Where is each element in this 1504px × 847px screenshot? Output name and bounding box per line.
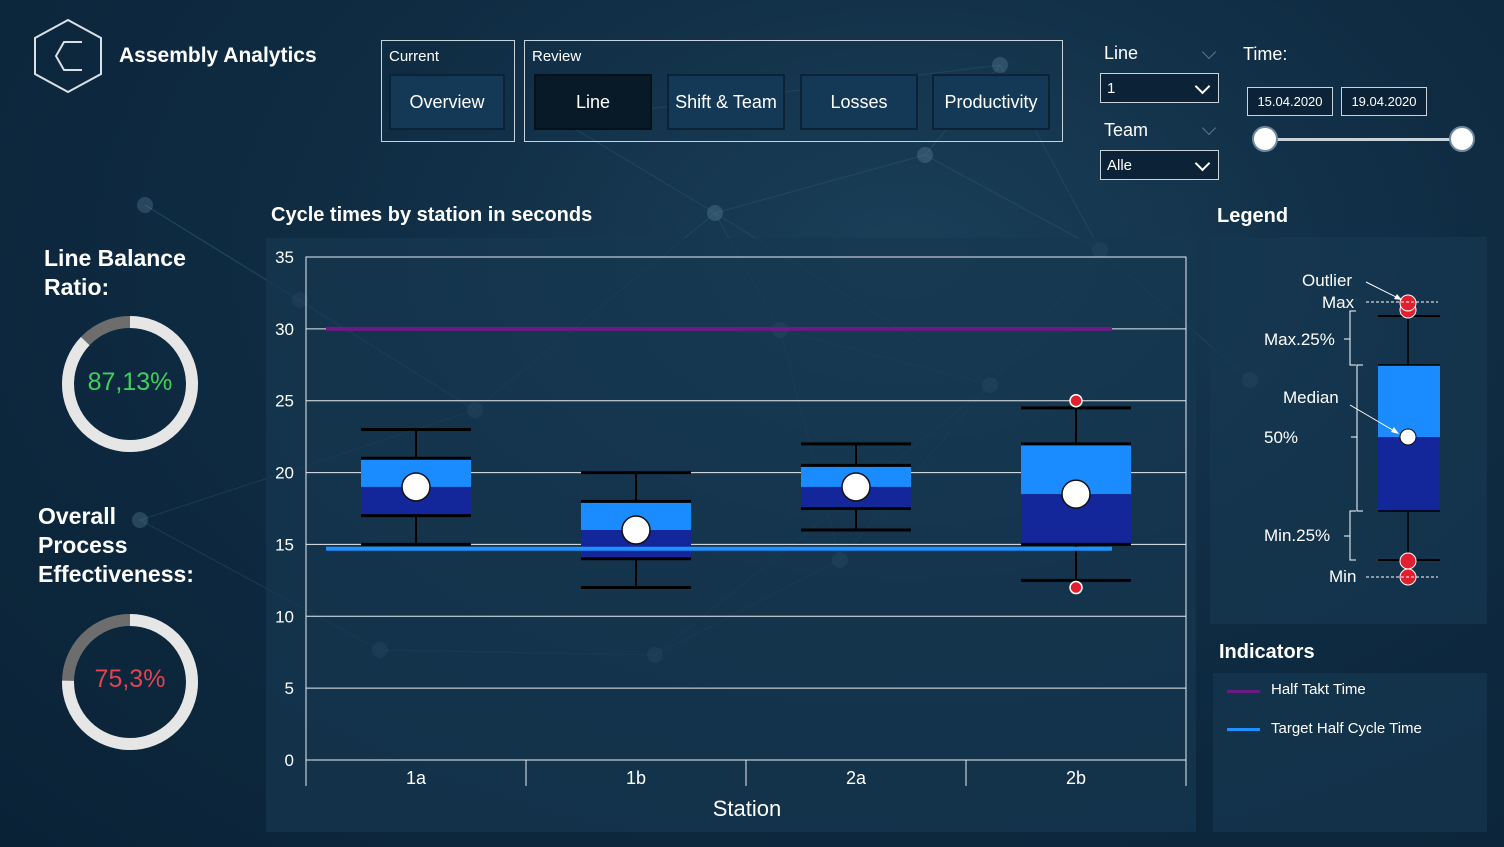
legend-min25-label: Min.25% — [1264, 526, 1331, 545]
median-marker — [841, 472, 871, 502]
ope-title-line1: Overall — [38, 503, 116, 529]
ope-value: 75,3% — [94, 665, 166, 693]
legend-max25-label: Max.25% — [1264, 330, 1335, 349]
box-2b — [1021, 393, 1131, 595]
legend-outlier-marker-top — [1399, 294, 1417, 312]
y-tick-label: 25 — [275, 392, 294, 411]
y-tick-label: 20 — [275, 464, 294, 483]
current-nav-group: Current Overview — [381, 40, 515, 142]
network-node — [137, 197, 153, 213]
legend-min25-bracket — [1349, 510, 1356, 561]
productivity-button[interactable]: Productivity — [932, 74, 1050, 130]
legend-outlier-marker-lower — [1399, 552, 1417, 570]
ope-title-line3: Effectiveness: — [38, 561, 194, 587]
chart-title: Cycle times by station in seconds — [271, 204, 593, 226]
half-takt-indicator-label: Half Takt Time — [1271, 681, 1366, 698]
app-logo-icon — [34, 18, 102, 94]
box-1b — [581, 471, 691, 590]
date-from-input[interactable]: 15.04.2020 — [1247, 87, 1333, 116]
line-balance-title: Line Balance Ratio: — [44, 244, 186, 302]
line-dropdown[interactable]: 1 — [1100, 73, 1219, 103]
legend-title: Legend — [1217, 205, 1289, 227]
losses-button[interactable]: Losses — [800, 74, 918, 130]
review-nav-group: Review Line Shift & Team Losses Producti… — [524, 40, 1063, 142]
y-tick-label: 15 — [275, 535, 294, 554]
network-node — [917, 147, 933, 163]
overview-button[interactable]: Overview — [389, 74, 505, 130]
box-1a — [361, 427, 471, 546]
network-node — [707, 205, 723, 221]
half-takt-indicator-swatch — [1227, 690, 1260, 693]
legend-lower-box — [1378, 437, 1440, 511]
date-slider-end-handle[interactable] — [1449, 126, 1475, 152]
review-group-label: Review — [532, 48, 582, 65]
network-link — [714, 154, 926, 214]
indicators-title: Indicators — [1219, 641, 1315, 663]
shift-team-button[interactable]: Shift & Team — [667, 74, 785, 130]
x-tick-label: 1b — [626, 768, 646, 788]
legend-50-bracket — [1356, 364, 1363, 512]
line-button[interactable]: Line — [534, 74, 652, 130]
y-tick-label: 30 — [275, 320, 294, 339]
team-dropdown-chevron-icon — [1194, 155, 1211, 172]
line-filter-label: Line — [1104, 43, 1139, 63]
y-tick-label: 35 — [275, 248, 294, 267]
outlier-point — [1069, 580, 1083, 595]
y-tick-label: 10 — [275, 607, 294, 626]
ope-title-line2: Process — [38, 532, 128, 558]
legend-min-label: Min — [1329, 567, 1357, 586]
app-title: Assembly Analytics — [119, 44, 317, 67]
legend-median-label: Median — [1283, 388, 1339, 407]
cycle-time-boxplot-chart: 0 5 10 15 20 25 30 35 1a 1b 2a 2b Station — [275, 248, 1187, 821]
outlier-point — [1069, 393, 1083, 408]
legend-max25-bracket — [1349, 310, 1356, 366]
current-group-label: Current — [389, 48, 440, 65]
x-tick-label: 2a — [846, 768, 867, 788]
box-2a — [801, 442, 911, 532]
network-link — [924, 154, 1101, 251]
target-half-cycle-indicator-label: Target Half Cycle Time — [1271, 720, 1422, 737]
median-marker — [401, 472, 431, 502]
team-dropdown-value: Alle — [1107, 156, 1133, 174]
x-tick-label: 2b — [1066, 768, 1086, 788]
date-slider-start-handle[interactable] — [1252, 126, 1278, 152]
line-dropdown-chevron-icon — [1194, 78, 1211, 95]
legend-median-marker — [1399, 428, 1417, 446]
x-axis-label: Station — [713, 796, 782, 821]
legend-outlier-label: Outlier — [1302, 271, 1353, 290]
median-marker — [621, 515, 651, 545]
x-tick-label: 1a — [406, 768, 427, 788]
median-marker — [1061, 479, 1091, 509]
line-balance-value: 87,13% — [87, 368, 173, 396]
legend-upper-box — [1378, 365, 1440, 437]
line-balance-title-line1: Line Balance — [44, 245, 186, 271]
line-dropdown-value: 1 — [1107, 79, 1116, 97]
line-balance-title-line2: Ratio: — [44, 274, 110, 300]
team-filter-label: Team — [1104, 120, 1149, 140]
date-to-input[interactable]: 19.04.2020 — [1341, 87, 1427, 116]
time-filter-label: Time: — [1243, 44, 1288, 64]
y-tick-label: 5 — [285, 679, 294, 698]
ope-title: Overall Process Effectiveness: — [38, 502, 194, 589]
legend-50-label: 50% — [1264, 428, 1299, 447]
date-range-slider-track[interactable] — [1265, 138, 1463, 141]
y-tick-label: 0 — [285, 751, 294, 770]
target-half-cycle-indicator-swatch — [1227, 728, 1260, 731]
legend-max-label: Max — [1322, 293, 1355, 312]
team-dropdown[interactable]: Alle — [1100, 150, 1219, 180]
legend-outlier-pointer — [1365, 281, 1401, 300]
